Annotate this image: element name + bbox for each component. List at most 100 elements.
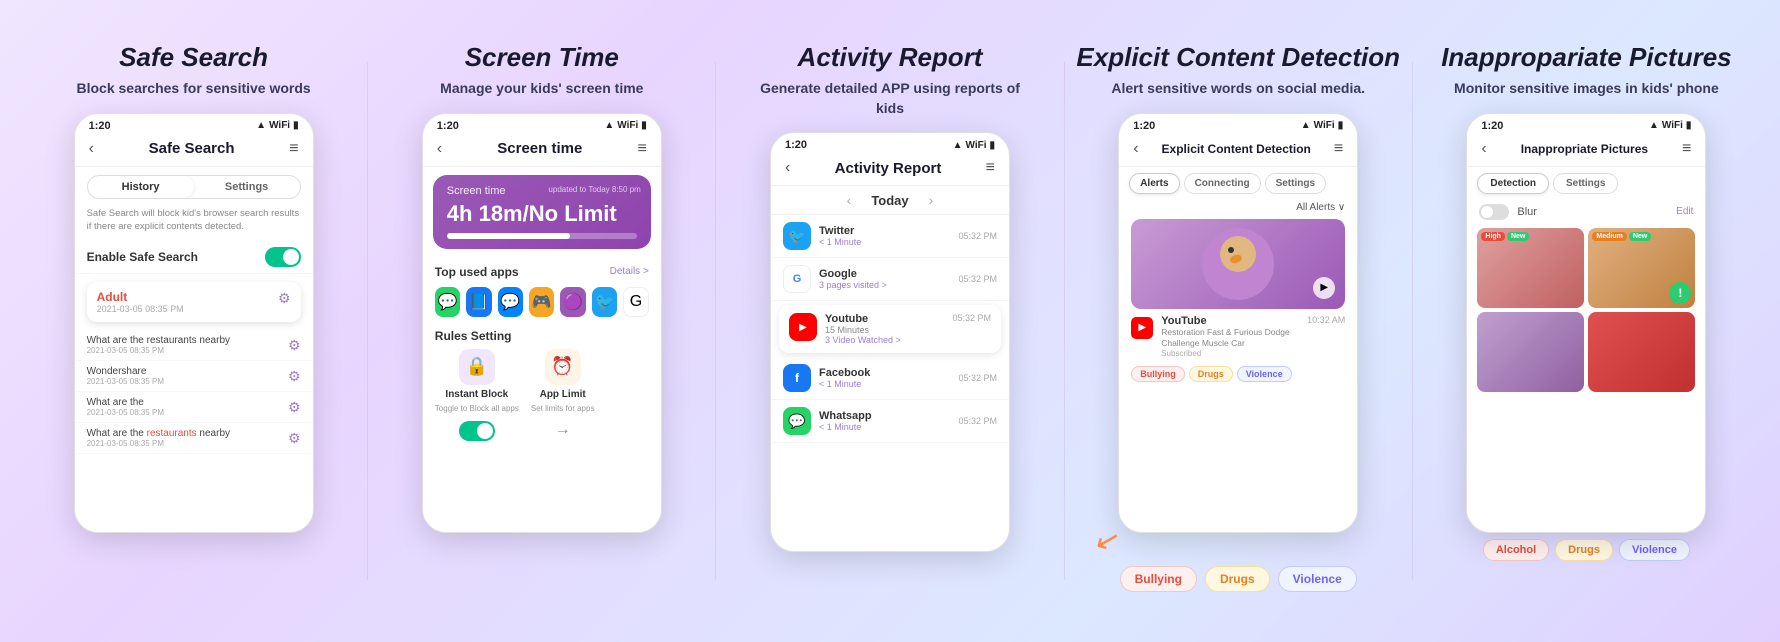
screen-time-title: Screen Time bbox=[465, 42, 619, 73]
gear-icon-5[interactable]: ⚙ bbox=[288, 430, 301, 447]
instant-block-toggle[interactable] bbox=[459, 421, 495, 441]
ip-back-button[interactable]: ‹ bbox=[1481, 140, 1486, 158]
gear-icon-2[interactable]: ⚙ bbox=[288, 337, 301, 354]
gear-icon-4[interactable]: ⚙ bbox=[288, 399, 301, 416]
safe-search-feature: Safe Search Block searches for sensitive… bbox=[30, 42, 357, 600]
settings-tab-ip[interactable]: Settings bbox=[1553, 173, 1618, 194]
safe-search-body-desc: Safe Search will block kid's browser sea… bbox=[75, 207, 313, 242]
activity-report-desc: Generate detailed APP using reports of k… bbox=[750, 79, 1030, 118]
gear-icon[interactable]: ⚙ bbox=[278, 290, 291, 307]
settings-tab[interactable]: Settings bbox=[194, 176, 300, 198]
progress-bar-fill bbox=[447, 233, 571, 239]
ecd-header-title: Explicit Content Detection bbox=[1162, 142, 1311, 156]
screen-time-desc: Manage your kids' screen time bbox=[440, 79, 643, 99]
youtube-minutes: 15 Minutes bbox=[825, 325, 944, 335]
st-status-bar: 1:20 ▲WiFi▮ bbox=[423, 114, 661, 136]
screen-time-value: 4h 18m/No Limit bbox=[447, 201, 637, 227]
orange-arrow-icon: ↙ bbox=[1091, 520, 1124, 560]
safe-search-phone: 1:20 ▲ WiFi ▮ ‹ Safe Search ≡ History Se… bbox=[74, 113, 314, 533]
enable-toggle[interactable] bbox=[265, 247, 301, 267]
app-limit-arrow[interactable]: → bbox=[555, 421, 571, 439]
search-text: What are the restaurants nearby bbox=[87, 335, 230, 346]
messenger-icon: 💬 bbox=[498, 287, 523, 317]
divider-4 bbox=[1412, 62, 1413, 580]
top-apps-title: Top used apps bbox=[435, 265, 519, 279]
search-item-1: Wondershare 2021-03-05 08:35 PM ⚙ bbox=[75, 361, 313, 392]
st-back-button[interactable]: ‹ bbox=[437, 140, 442, 158]
facebook-name: Facebook bbox=[819, 367, 950, 379]
ecd-status-bar: 1:20 ▲WiFi▮ bbox=[1119, 114, 1357, 136]
explicit-content-desc: Alert sensitive words on social media. bbox=[1111, 79, 1365, 99]
yt-info: YouTube Restoration Fast & Furious Dodge… bbox=[1161, 315, 1299, 358]
google-sub: 3 pages visited > bbox=[819, 280, 950, 290]
ecd-phone-header: ‹ Explicit Content Detection ≡ bbox=[1119, 136, 1357, 167]
blur-label: Blur bbox=[1517, 206, 1537, 218]
youtube-time: 05:32 PM bbox=[952, 313, 991, 323]
yt-icon: ▶ bbox=[1131, 317, 1153, 339]
blur-toggle[interactable] bbox=[1479, 204, 1509, 220]
twitter-app-icon: 🐦 bbox=[783, 222, 811, 250]
images-grid: High New Medium New ! bbox=[1467, 228, 1705, 392]
detection-tab[interactable]: Detection bbox=[1477, 173, 1549, 194]
activity-item-youtube-highlighted: ▶ Youtube 15 Minutes 3 Video Watched > 0… bbox=[779, 305, 1001, 353]
twitter-sub: < 1 Minute bbox=[819, 237, 950, 247]
connecting-tab[interactable]: Connecting bbox=[1184, 173, 1261, 194]
rules-title: Rules Setting bbox=[435, 329, 649, 343]
new-badge-0: New bbox=[1507, 232, 1529, 241]
whatsapp-name: Whatsapp bbox=[819, 410, 950, 422]
gear-icon-3[interactable]: ⚙ bbox=[288, 368, 301, 385]
ip-menu-icon[interactable]: ≡ bbox=[1682, 140, 1691, 158]
status-icons: ▲ WiFi ▮ bbox=[256, 120, 298, 131]
activity-item-twitter: 🐦 Twitter < 1 Minute 05:32 PM bbox=[771, 215, 1009, 258]
high-badge: High bbox=[1481, 232, 1505, 241]
ecd-status-icons: ▲WiFi▮ bbox=[1301, 120, 1343, 131]
ar-time: 1:20 bbox=[785, 139, 807, 151]
alerts-tab[interactable]: Alerts bbox=[1129, 173, 1179, 194]
activity-nav: ‹ Today › bbox=[771, 186, 1009, 215]
app-limit-icon: ⏰ bbox=[545, 349, 581, 385]
rule-name-0: Instant Block bbox=[445, 389, 508, 400]
alert-time: 2021-03-05 08:35 PM bbox=[97, 304, 184, 314]
menu-icon[interactable]: ≡ bbox=[289, 140, 298, 158]
screen-time-feature: Screen Time Manage your kids' screen tim… bbox=[378, 42, 705, 600]
details-link[interactable]: Details > bbox=[610, 266, 649, 277]
app-limit-rule: ⏰ App Limit Set limits for apps → bbox=[531, 349, 595, 441]
edit-link[interactable]: Edit bbox=[1676, 206, 1693, 217]
youtube-ecd-item: ▶ YouTube Restoration Fast & Furious Dod… bbox=[1119, 309, 1357, 364]
yt-desc: Restoration Fast & Furious Dodge Challen… bbox=[1161, 327, 1299, 349]
rule-desc-1: Set limits for apps bbox=[531, 404, 595, 413]
top-apps-section: Top used apps Details > bbox=[423, 257, 661, 283]
rule-name-1: App Limit bbox=[540, 389, 586, 400]
google-name: Google bbox=[819, 268, 950, 280]
screen-time-phone: 1:20 ▲WiFi▮ ‹ Screen time ≡ updated to T… bbox=[422, 113, 662, 533]
settings-tab-ecd[interactable]: Settings bbox=[1265, 173, 1326, 194]
ar-menu-icon[interactable]: ≡ bbox=[986, 159, 995, 177]
bottom-badge-violence: Violence bbox=[1278, 566, 1357, 592]
ip-badge-violence: Violence bbox=[1619, 539, 1690, 561]
inappropriate-pictures-feature: Inappropariate Pictures Monitor sensitiv… bbox=[1423, 42, 1750, 600]
ip-header-title: Inappropriate Pictures bbox=[1521, 142, 1648, 156]
explicit-content-feature: Explicit Content Detection Alert sensiti… bbox=[1075, 42, 1402, 600]
nav-next[interactable]: › bbox=[929, 192, 934, 208]
img-badge-1: Medium New bbox=[1592, 232, 1651, 241]
ip-status-icons: ▲WiFi▮ bbox=[1649, 120, 1691, 131]
nav-prev[interactable]: ‹ bbox=[847, 192, 852, 208]
enable-label: Enable Safe Search bbox=[87, 250, 198, 264]
history-tab[interactable]: History bbox=[88, 176, 194, 198]
phone-header: ‹ Safe Search ≡ bbox=[75, 136, 313, 167]
ar-back-button[interactable]: ‹ bbox=[785, 159, 790, 177]
ecd-menu-icon[interactable]: ≡ bbox=[1334, 140, 1343, 158]
game-icon: 🎮 bbox=[529, 287, 554, 317]
st-menu-icon[interactable]: ≡ bbox=[637, 140, 646, 158]
header-title: Safe Search bbox=[149, 140, 235, 157]
play-button[interactable]: ▶ bbox=[1313, 277, 1335, 299]
yt-time: 10:32 AM bbox=[1307, 315, 1345, 325]
image-thumb-2 bbox=[1477, 312, 1584, 392]
alerts-filter[interactable]: All Alerts ∨ bbox=[1296, 202, 1345, 213]
safe-search-tabs: History Settings bbox=[87, 175, 301, 199]
back-button[interactable]: ‹ bbox=[89, 140, 94, 158]
tag-violence: Violence bbox=[1237, 366, 1292, 382]
activity-item-google: G Google 3 pages visited > 05:32 PM bbox=[771, 258, 1009, 301]
youtube-videos: 3 Video Watched > bbox=[825, 335, 944, 345]
ecd-back-button[interactable]: ‹ bbox=[1133, 140, 1138, 158]
